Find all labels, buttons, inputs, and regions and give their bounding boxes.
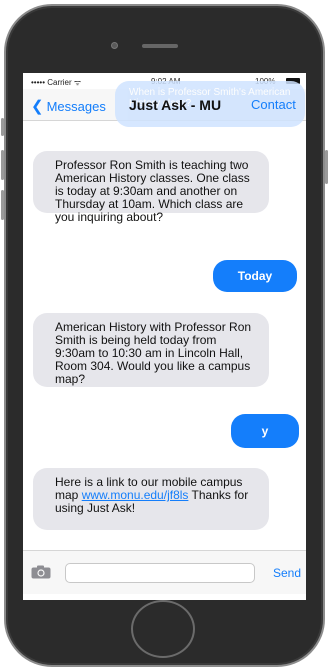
power-button [325,150,328,184]
message-text: Today [237,269,273,283]
phone-screen: ••••• Carrier ᯤ 9:02 AM 100% When is Pro… [23,73,306,600]
message-bubble-incoming: American History with Professor Ron Smit… [33,313,269,387]
volume-up-button [1,150,4,180]
message-input[interactable] [65,563,255,583]
earpiece-speaker [142,44,178,48]
contact-button[interactable]: Contact [251,97,296,112]
send-button[interactable]: Send [273,566,301,580]
carrier-label: ••••• Carrier ᯤ [31,78,82,87]
message-bubble-incoming: Professor Ron Smith is teaching two Amer… [33,151,269,224]
message-bubble-outgoing: y [231,414,299,448]
front-camera [111,42,118,49]
home-button[interactable] [131,600,195,658]
conversation-title: Just Ask - MU [129,97,222,113]
message-bubble-outgoing: Today [213,260,297,292]
navigation-bar: When is Professor Smith's American Histo… [23,81,306,127]
back-label: Messages [46,99,106,114]
message-input-bar: Send [23,550,306,594]
camera-icon[interactable] [31,565,51,579]
volume-down-button [1,190,4,220]
chevron-left-icon: ❮ [31,98,44,115]
message-text: American History with Professor Ron Smit… [55,320,252,386]
message-bubble-incoming: Here is a link to our mobile campus map … [33,468,269,530]
message-text: y [261,424,269,438]
campus-map-link[interactable]: www.monu.edu/jf8ls [82,488,189,502]
message-text: Professor Ron Smith is teaching two Amer… [55,158,250,224]
back-button[interactable]: ❮ Messages [31,97,106,115]
silent-switch [1,118,4,136]
